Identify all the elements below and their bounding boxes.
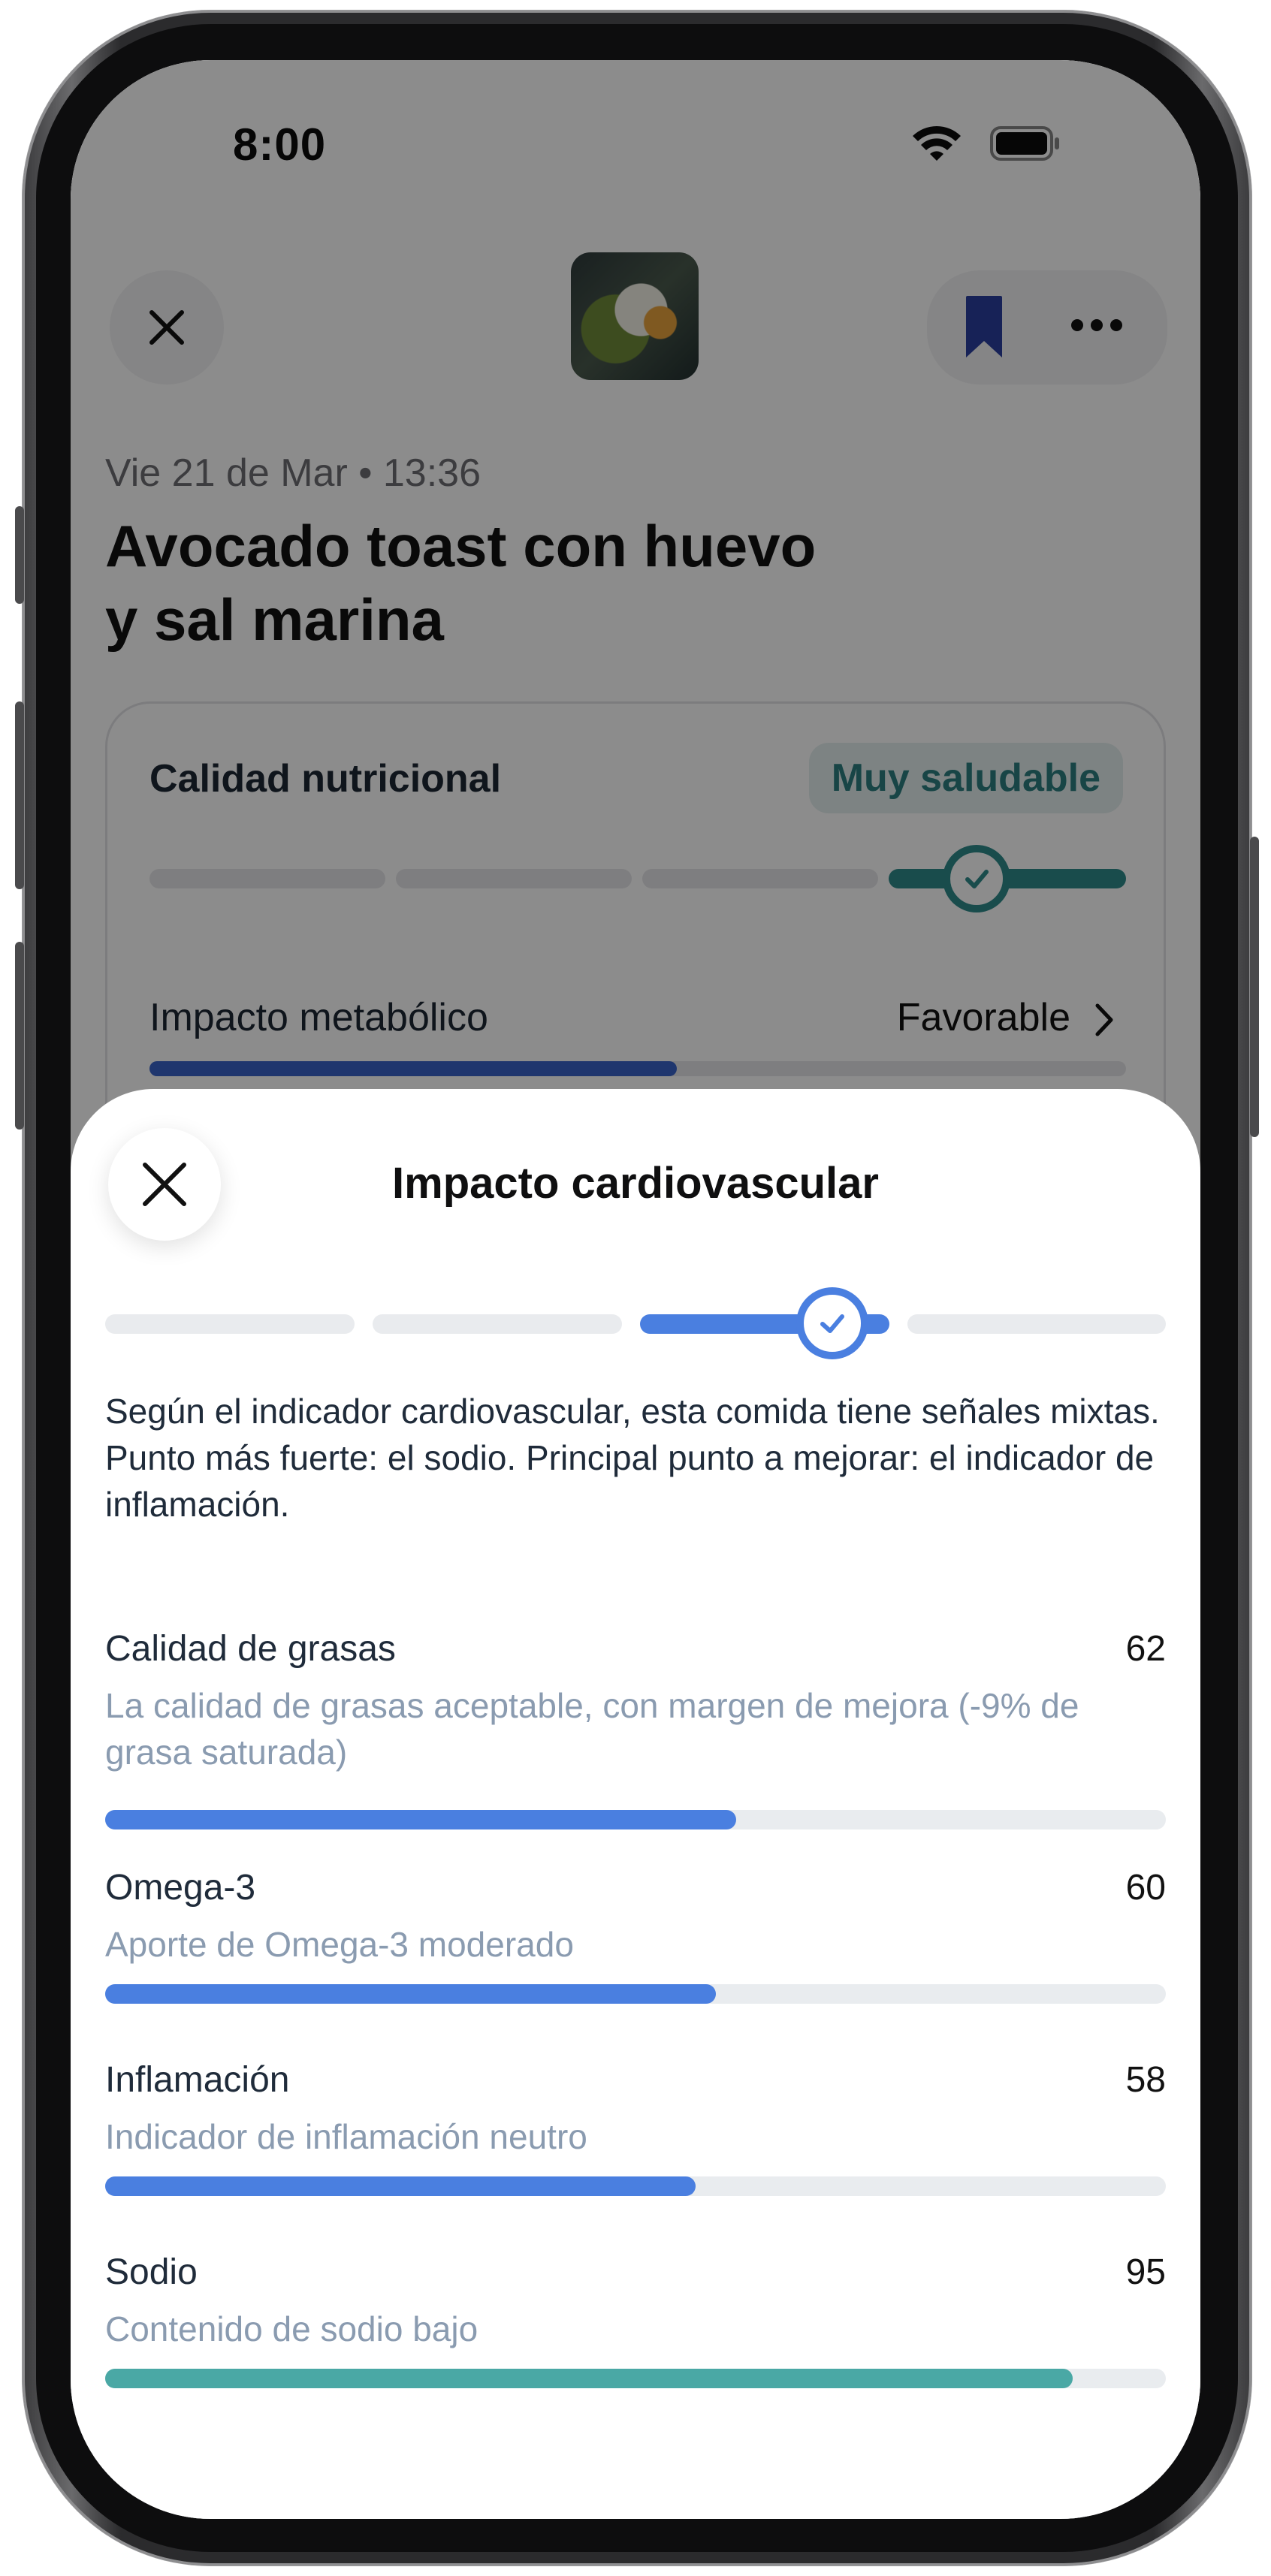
metric-value: 58 [1125,2060,1166,2100]
metric-track [105,2369,1166,2388]
metric-fill [105,1810,737,1829]
metric-fill [105,1984,717,2004]
metric-description: Contenido de sodio bajo [105,2309,479,2348]
metric-name: Sodio [105,2252,198,2292]
power-button [1250,837,1259,1137]
screen: 8:00 Vie 21 de Mar • 13:36 Avocado toast… [71,60,1200,2519]
metric-track [105,1984,1166,2004]
cardio-summary: Según el indicador cardiovascular, esta … [105,1392,1160,1524]
cardiovascular-sheet: Impacto cardiovascular Según el indicado… [71,1089,1200,2519]
metric-track [105,2176,1166,2196]
metric-name: Inflamación [105,2060,290,2100]
metric-fill [105,2369,1073,2388]
cardio-segment-1 [105,1314,355,1334]
cardio-segment-2 [373,1314,622,1334]
metric-description: Indicador de inflamación neutro [105,2117,587,2156]
cardio-knob [796,1287,868,1359]
action-button [15,506,24,604]
metric-value: 62 [1125,1629,1166,1669]
sheet-title: Impacto cardiovascular [392,1159,879,1208]
metric-value: 95 [1125,2252,1166,2292]
volume-up-button [15,701,24,889]
metric-description: Aporte de Omega-3 moderado [105,1925,574,1964]
check-icon [820,1314,844,1333]
metric-fill [105,2176,696,2196]
metric-name: Omega-3 [105,1868,256,1908]
cardio-segment-4 [907,1314,1166,1334]
metric-value: 60 [1125,1868,1166,1908]
metric-name: Calidad de grasas [105,1629,396,1669]
volume-down-button [15,942,24,1130]
metric-description: La calidad de grasas aceptable, con marg… [105,1686,1079,1772]
metric-track [105,1810,1166,1829]
